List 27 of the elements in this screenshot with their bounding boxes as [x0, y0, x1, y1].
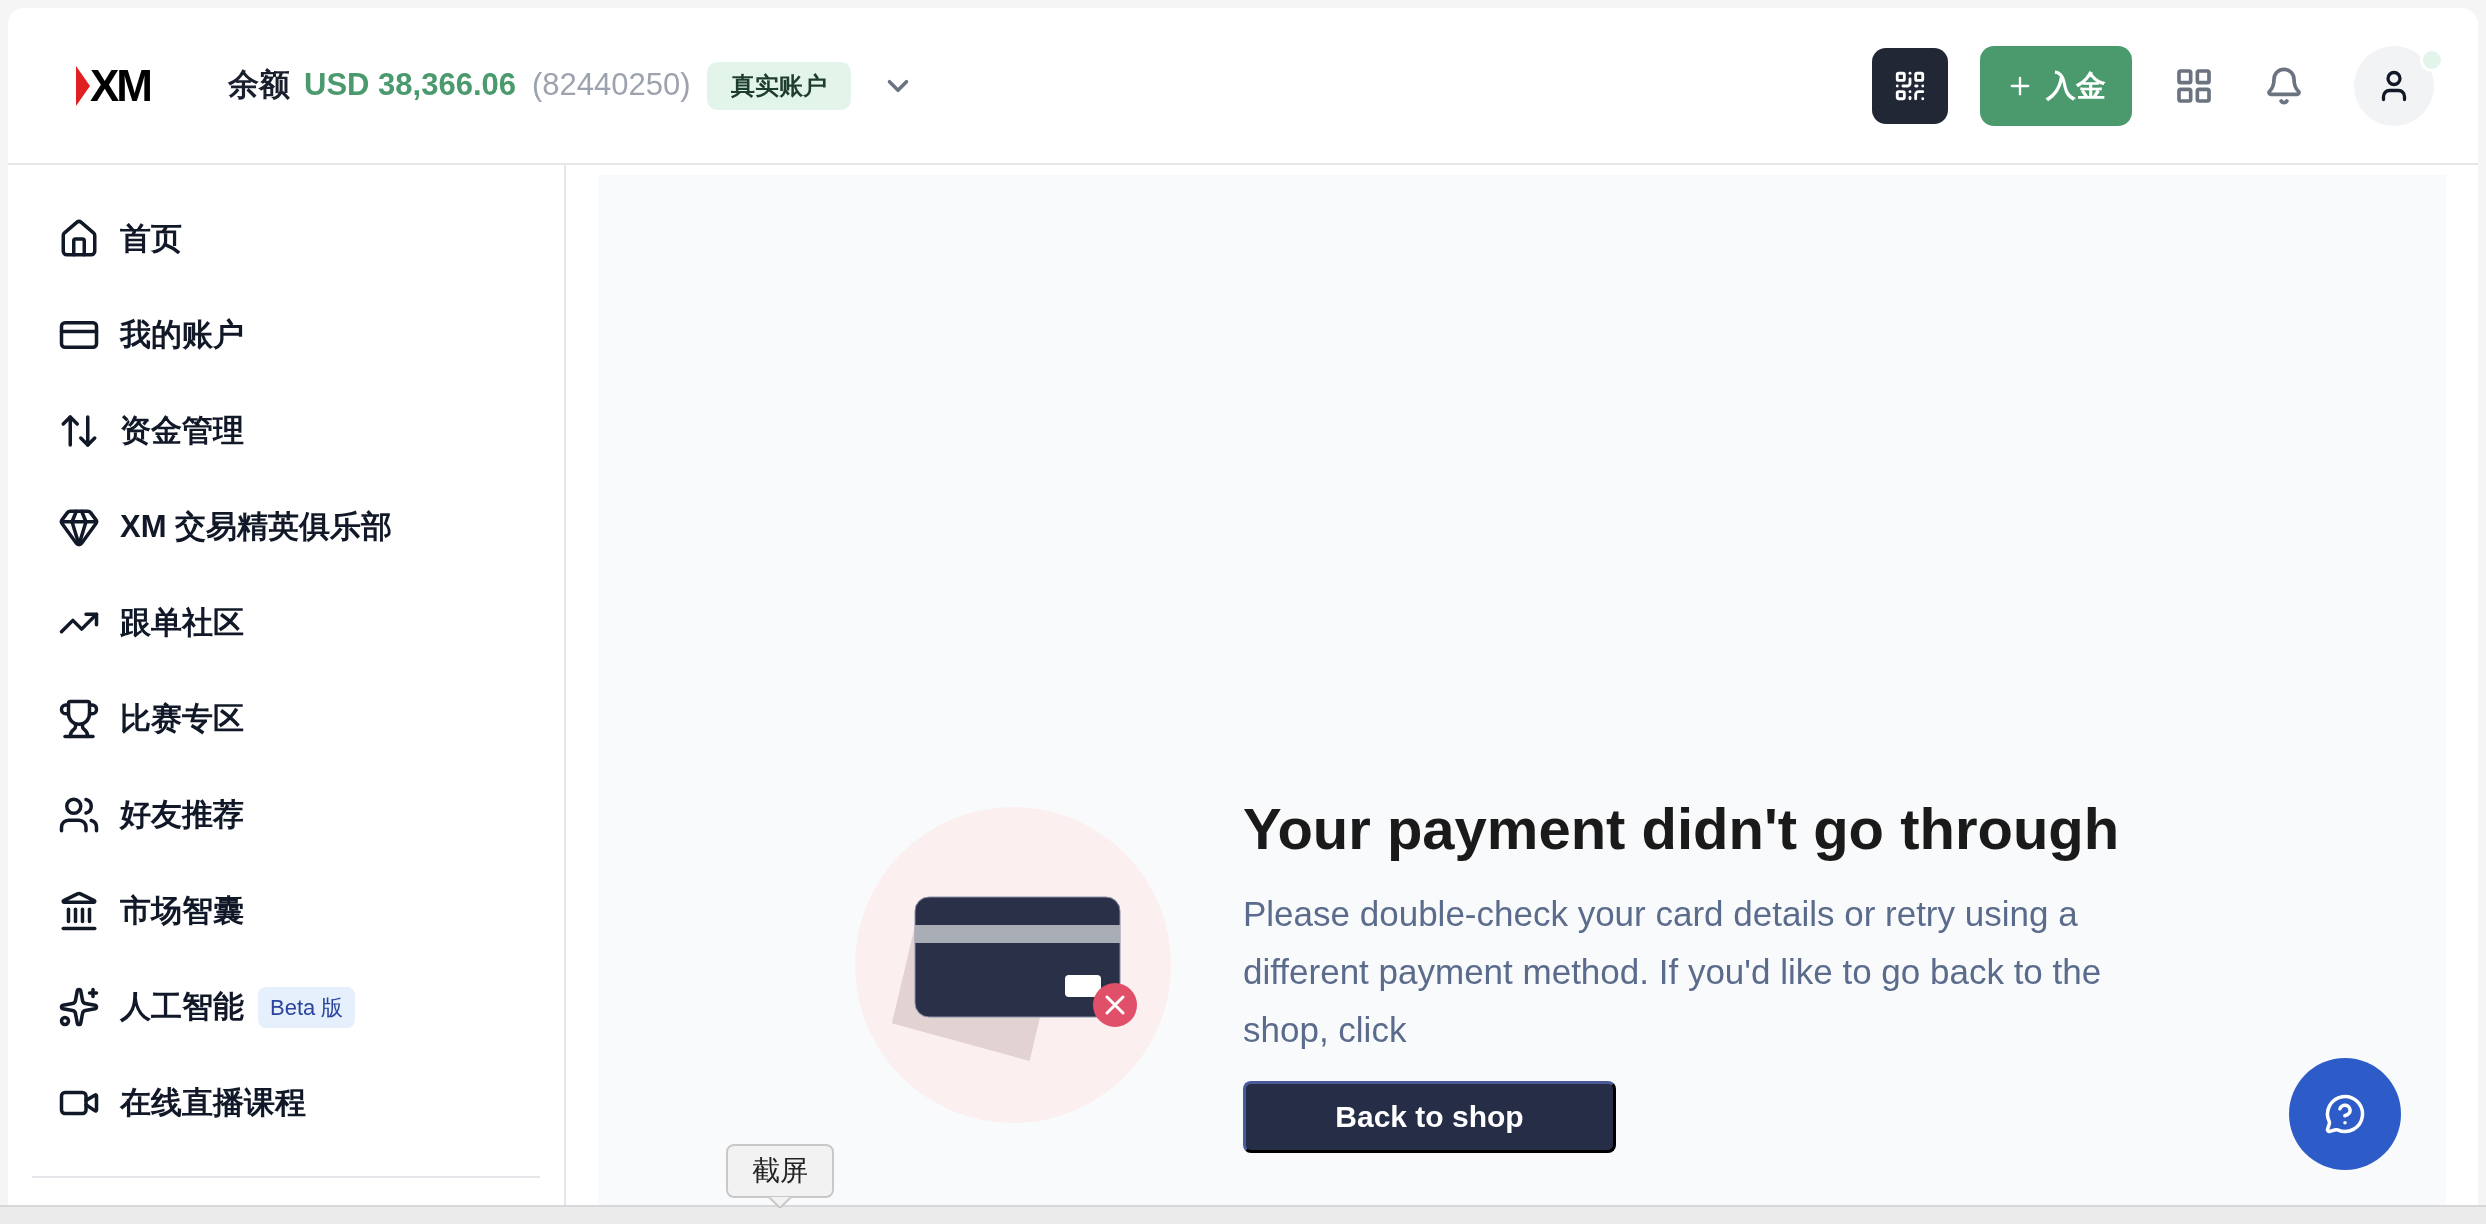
- sparkles-icon: [58, 986, 100, 1028]
- balance-amount: USD 38,366.06: [304, 66, 516, 105]
- help-chat-icon: [2324, 1093, 2366, 1135]
- error-title: Your payment didn't go through: [1243, 797, 2121, 861]
- sidebar-item[interactable]: 好友推荐: [8, 767, 564, 863]
- sidebar-item[interactable]: 我的账户: [8, 287, 564, 383]
- error-message: Please double-check your card details or retry using a different payment method. If you'd like to go back to the shop, click: [1243, 892, 2103, 1051]
- sidebar-item[interactable]: 在线直播课程: [8, 1055, 564, 1151]
- logo-triangle-icon: [76, 65, 90, 106]
- notification-bell-icon[interactable]: [2264, 65, 2304, 106]
- sidebar-item[interactable]: 首页: [8, 191, 564, 287]
- sidebar-item[interactable]: 比赛专区: [8, 671, 564, 767]
- diamond-icon: [58, 506, 100, 548]
- trophy-icon: [58, 698, 100, 740]
- back-to-shop-button[interactable]: Back to shop: [1243, 1080, 1616, 1153]
- balance-label: 余额: [228, 66, 290, 105]
- logo[interactable]: XM: [76, 63, 150, 108]
- sidebar-item[interactable]: 跟单社区: [8, 575, 564, 671]
- sidebar-item[interactable]: XM 交易精英俱乐部: [8, 479, 564, 575]
- sidebar-item[interactable]: 人工智能 Beta 版: [8, 959, 564, 1055]
- sidebar-item[interactable]: 市场智囊: [8, 863, 564, 959]
- sidebar-item[interactable]: 资金管理: [8, 383, 564, 479]
- beta-badge: Beta 版: [258, 986, 356, 1028]
- account-type-badge: 真实账户: [706, 61, 851, 110]
- qr-code-button[interactable]: [1872, 47, 1948, 124]
- account-number: (82440250): [532, 66, 691, 105]
- tooltip: 截屏: [726, 1144, 834, 1198]
